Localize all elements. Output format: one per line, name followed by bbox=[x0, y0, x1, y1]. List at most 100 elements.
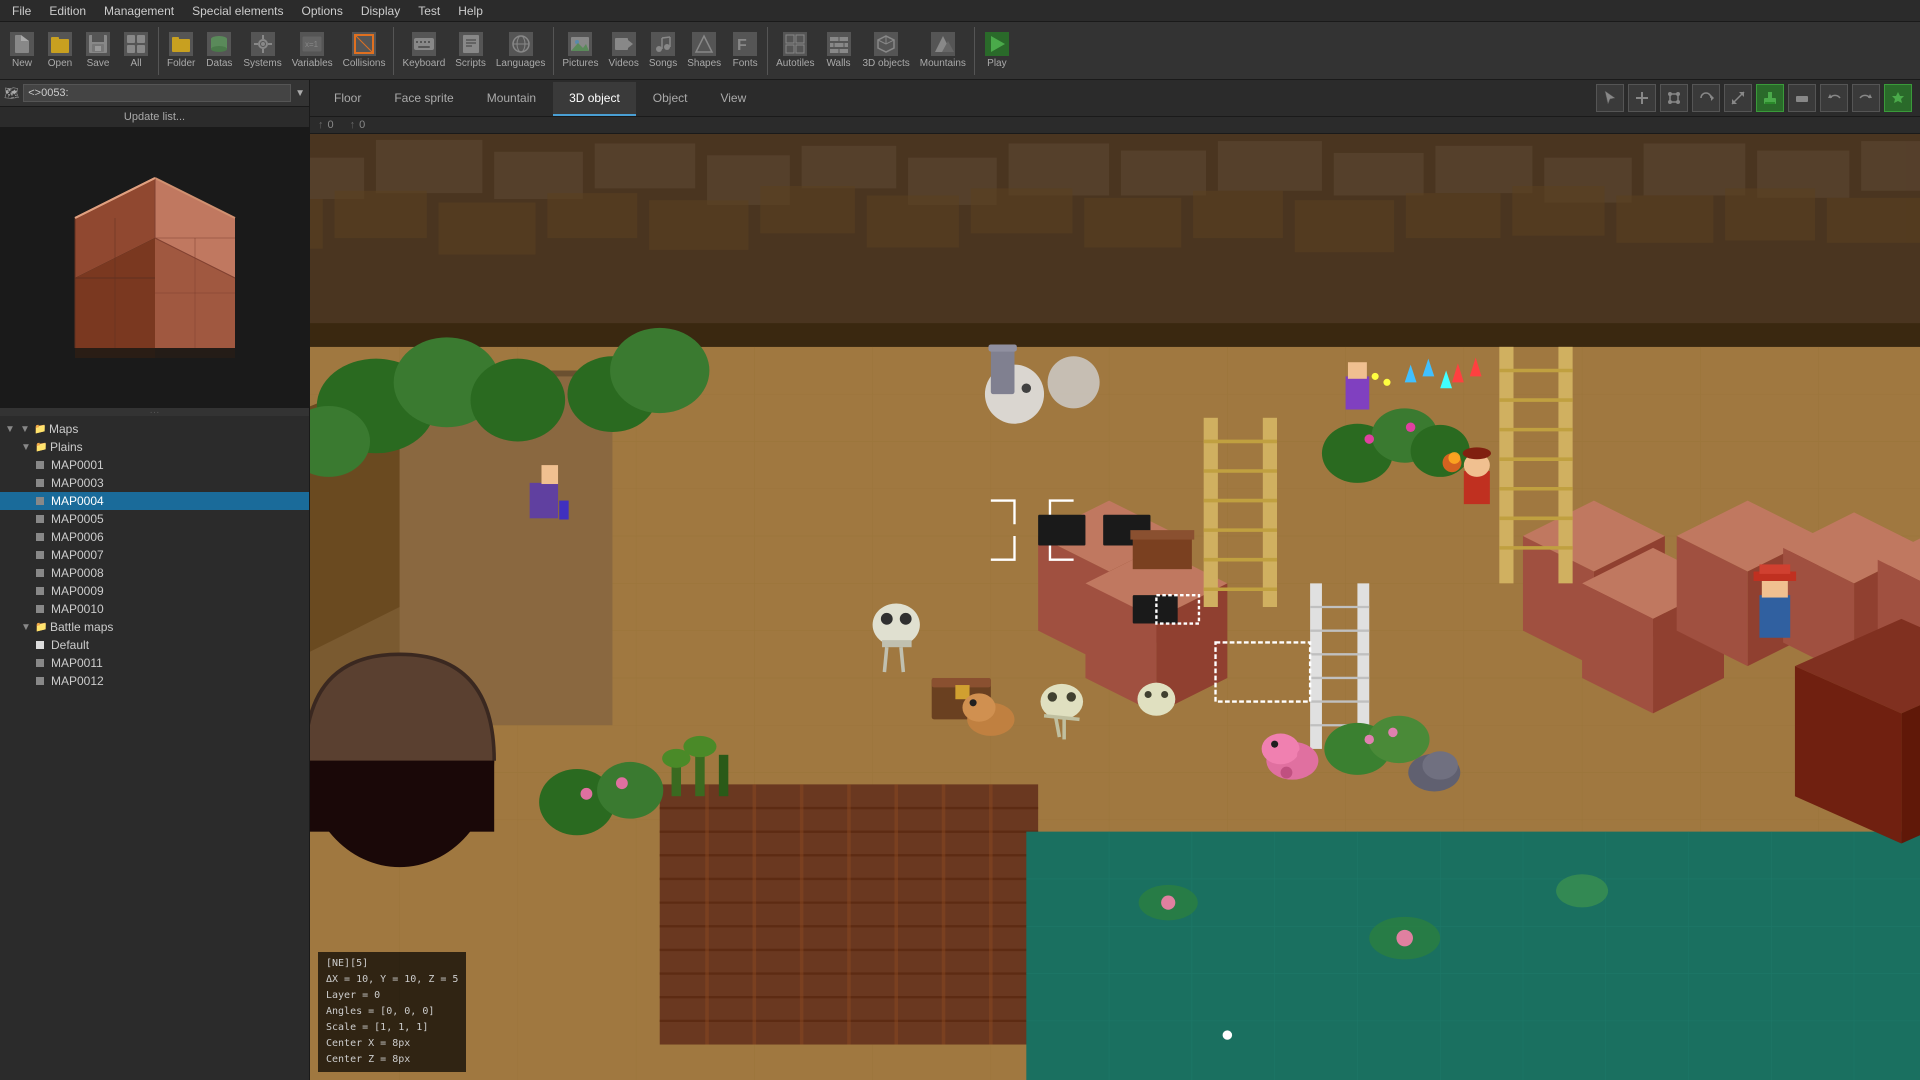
tree-item-battle-maps[interactable]: ▼ 📁 Battle maps bbox=[0, 618, 309, 636]
toolbar-scripts[interactable]: Scripts bbox=[451, 30, 490, 71]
tab-mountain[interactable]: Mountain bbox=[471, 82, 552, 116]
toolbar-collisions[interactable]: Collisions bbox=[339, 30, 390, 71]
tool-transform[interactable] bbox=[1660, 84, 1688, 112]
tree-item-default[interactable]: Default bbox=[0, 636, 309, 654]
tree-item-map0007[interactable]: MAP0007 bbox=[0, 546, 309, 564]
tree-item-map0012[interactable]: MAP0012 bbox=[0, 672, 309, 690]
pictures-icon bbox=[568, 32, 592, 56]
toolbar-autotiles[interactable]: Autotiles bbox=[772, 30, 818, 71]
toolbar-walls[interactable]: Walls bbox=[821, 30, 857, 71]
coord-y-arrow: ↑ bbox=[350, 119, 356, 131]
tree-item-map0010[interactable]: MAP0010 bbox=[0, 600, 309, 618]
tool-extra[interactable] bbox=[1884, 84, 1912, 112]
menu-help[interactable]: Help bbox=[450, 2, 491, 20]
tree-item-map0004[interactable]: MAP0004 bbox=[0, 492, 309, 510]
tab-bar: Floor Face sprite Mountain 3D object Obj… bbox=[310, 82, 1588, 114]
dropdown-arrow-icon[interactable]: ▼ bbox=[295, 88, 305, 99]
tab-floor[interactable]: Floor bbox=[318, 82, 377, 116]
menu-display[interactable]: Display bbox=[353, 2, 408, 20]
toolbar-new[interactable]: New bbox=[4, 30, 40, 71]
toolbar-all[interactable]: All bbox=[118, 30, 154, 71]
toolbar-fonts[interactable]: F Fonts bbox=[727, 30, 763, 71]
toolbar-videos[interactable]: Videos bbox=[604, 30, 642, 71]
toolbar-save[interactable]: Save bbox=[80, 30, 116, 71]
menu-file[interactable]: File bbox=[4, 2, 39, 20]
resize-handle[interactable] bbox=[0, 408, 309, 416]
map-dot-0010 bbox=[36, 605, 44, 613]
tree-map0008-label: MAP0008 bbox=[51, 566, 104, 580]
folder-icon bbox=[169, 32, 193, 56]
tree-item-map0005[interactable]: MAP0005 bbox=[0, 510, 309, 528]
tool-cross[interactable] bbox=[1628, 84, 1656, 112]
toolbar-3dobjects[interactable]: 3D objects bbox=[859, 30, 914, 71]
toolbar-play[interactable]: Play bbox=[979, 30, 1015, 71]
map-dot-0009 bbox=[36, 587, 44, 595]
tool-undo[interactable] bbox=[1820, 84, 1848, 112]
tool-paint[interactable] bbox=[1756, 84, 1784, 112]
tool-pointer[interactable] bbox=[1596, 84, 1624, 112]
tree-item-map0009[interactable]: MAP0009 bbox=[0, 582, 309, 600]
map-viewport[interactable]: [NE][5] ΔX = 10, Y = 10, Z = 5 Layer = 0… bbox=[310, 134, 1920, 1080]
tool-erase[interactable] bbox=[1788, 84, 1816, 112]
update-list-button[interactable]: Update list... bbox=[0, 107, 309, 128]
tree-item-plains[interactable]: ▼ 📁 Plains bbox=[0, 438, 309, 456]
menu-bar: File Edition Management Special elements… bbox=[0, 0, 1920, 22]
toolbar-datas[interactable]: Datas bbox=[201, 30, 237, 71]
tree-item-map0001[interactable]: MAP0001 bbox=[0, 456, 309, 474]
toolbar-open[interactable]: Open bbox=[42, 30, 78, 71]
tool-scale[interactable] bbox=[1724, 84, 1752, 112]
3dobjects-icon bbox=[874, 32, 898, 56]
datas-icon bbox=[207, 32, 231, 56]
map-scene-svg[interactable] bbox=[310, 134, 1920, 1080]
toolbar-systems[interactable]: Systems bbox=[239, 30, 285, 71]
toolbar-mountains-label: Mountains bbox=[920, 58, 966, 69]
tree-map0004-label: MAP0004 bbox=[51, 494, 104, 508]
tab-object[interactable]: Object bbox=[637, 82, 704, 116]
coord-y-value: 0 bbox=[359, 119, 365, 131]
toolbar: New Open Save All Folder Datas Syst bbox=[0, 22, 1920, 80]
menu-edition[interactable]: Edition bbox=[41, 2, 94, 20]
preview-area bbox=[0, 128, 309, 408]
tool-rotate[interactable] bbox=[1692, 84, 1720, 112]
toolbar-languages-label: Languages bbox=[496, 58, 546, 69]
autotiles-icon bbox=[783, 32, 807, 56]
tree-default-label: Default bbox=[51, 638, 89, 652]
menu-options[interactable]: Options bbox=[293, 2, 350, 20]
toolbar-walls-label: Walls bbox=[826, 58, 850, 69]
toolbar-shapes[interactable]: Shapes bbox=[683, 30, 725, 71]
toolbar-folder-label: Folder bbox=[167, 58, 195, 69]
tree-item-map0008[interactable]: MAP0008 bbox=[0, 564, 309, 582]
toolbar-all-label: All bbox=[130, 58, 141, 69]
tree-item-map0003[interactable]: MAP0003 bbox=[0, 474, 309, 492]
toolbar-sep-3 bbox=[553, 27, 554, 75]
tab-3d-object[interactable]: 3D object bbox=[553, 82, 636, 116]
coord-x-value: 0 bbox=[328, 119, 334, 131]
toolbar-pictures[interactable]: Pictures bbox=[558, 30, 602, 71]
toolbar-shapes-label: Shapes bbox=[687, 58, 721, 69]
tab-view[interactable]: View bbox=[704, 82, 762, 116]
tool-redo[interactable] bbox=[1852, 84, 1880, 112]
tree-item-map0011[interactable]: MAP0011 bbox=[0, 654, 309, 672]
languages-icon bbox=[509, 32, 533, 56]
toolbar-songs[interactable]: Songs bbox=[645, 30, 681, 71]
tree-item-maps-root[interactable]: ▼ ▼ 📁 Maps bbox=[0, 420, 309, 438]
menu-special-elements[interactable]: Special elements bbox=[184, 2, 291, 20]
toolbar-variables[interactable]: x=1 Variables bbox=[288, 30, 337, 71]
tree-map0003-label: MAP0003 bbox=[51, 476, 104, 490]
tab-face-sprite[interactable]: Face sprite bbox=[378, 82, 469, 116]
folder-icon: ▼ bbox=[19, 424, 31, 435]
toolbar-sep-1 bbox=[158, 27, 159, 75]
main-area: 🗺 ▼ Update list... bbox=[0, 80, 1920, 1080]
save-icon bbox=[86, 32, 110, 56]
toolbar-open-label: Open bbox=[48, 58, 72, 69]
toolbar-mountains[interactable]: Mountains bbox=[916, 30, 970, 71]
toolbar-keyboard[interactable]: Keyboard bbox=[398, 30, 449, 71]
menu-test[interactable]: Test bbox=[410, 2, 448, 20]
toolbar-languages[interactable]: Languages bbox=[492, 30, 550, 71]
map-dropdown[interactable] bbox=[23, 84, 291, 102]
menu-management[interactable]: Management bbox=[96, 2, 182, 20]
toolbar-folder[interactable]: Folder bbox=[163, 30, 199, 71]
scripts-icon bbox=[459, 32, 483, 56]
map-selector: 🗺 ▼ bbox=[0, 80, 309, 107]
tree-item-map0006[interactable]: MAP0006 bbox=[0, 528, 309, 546]
